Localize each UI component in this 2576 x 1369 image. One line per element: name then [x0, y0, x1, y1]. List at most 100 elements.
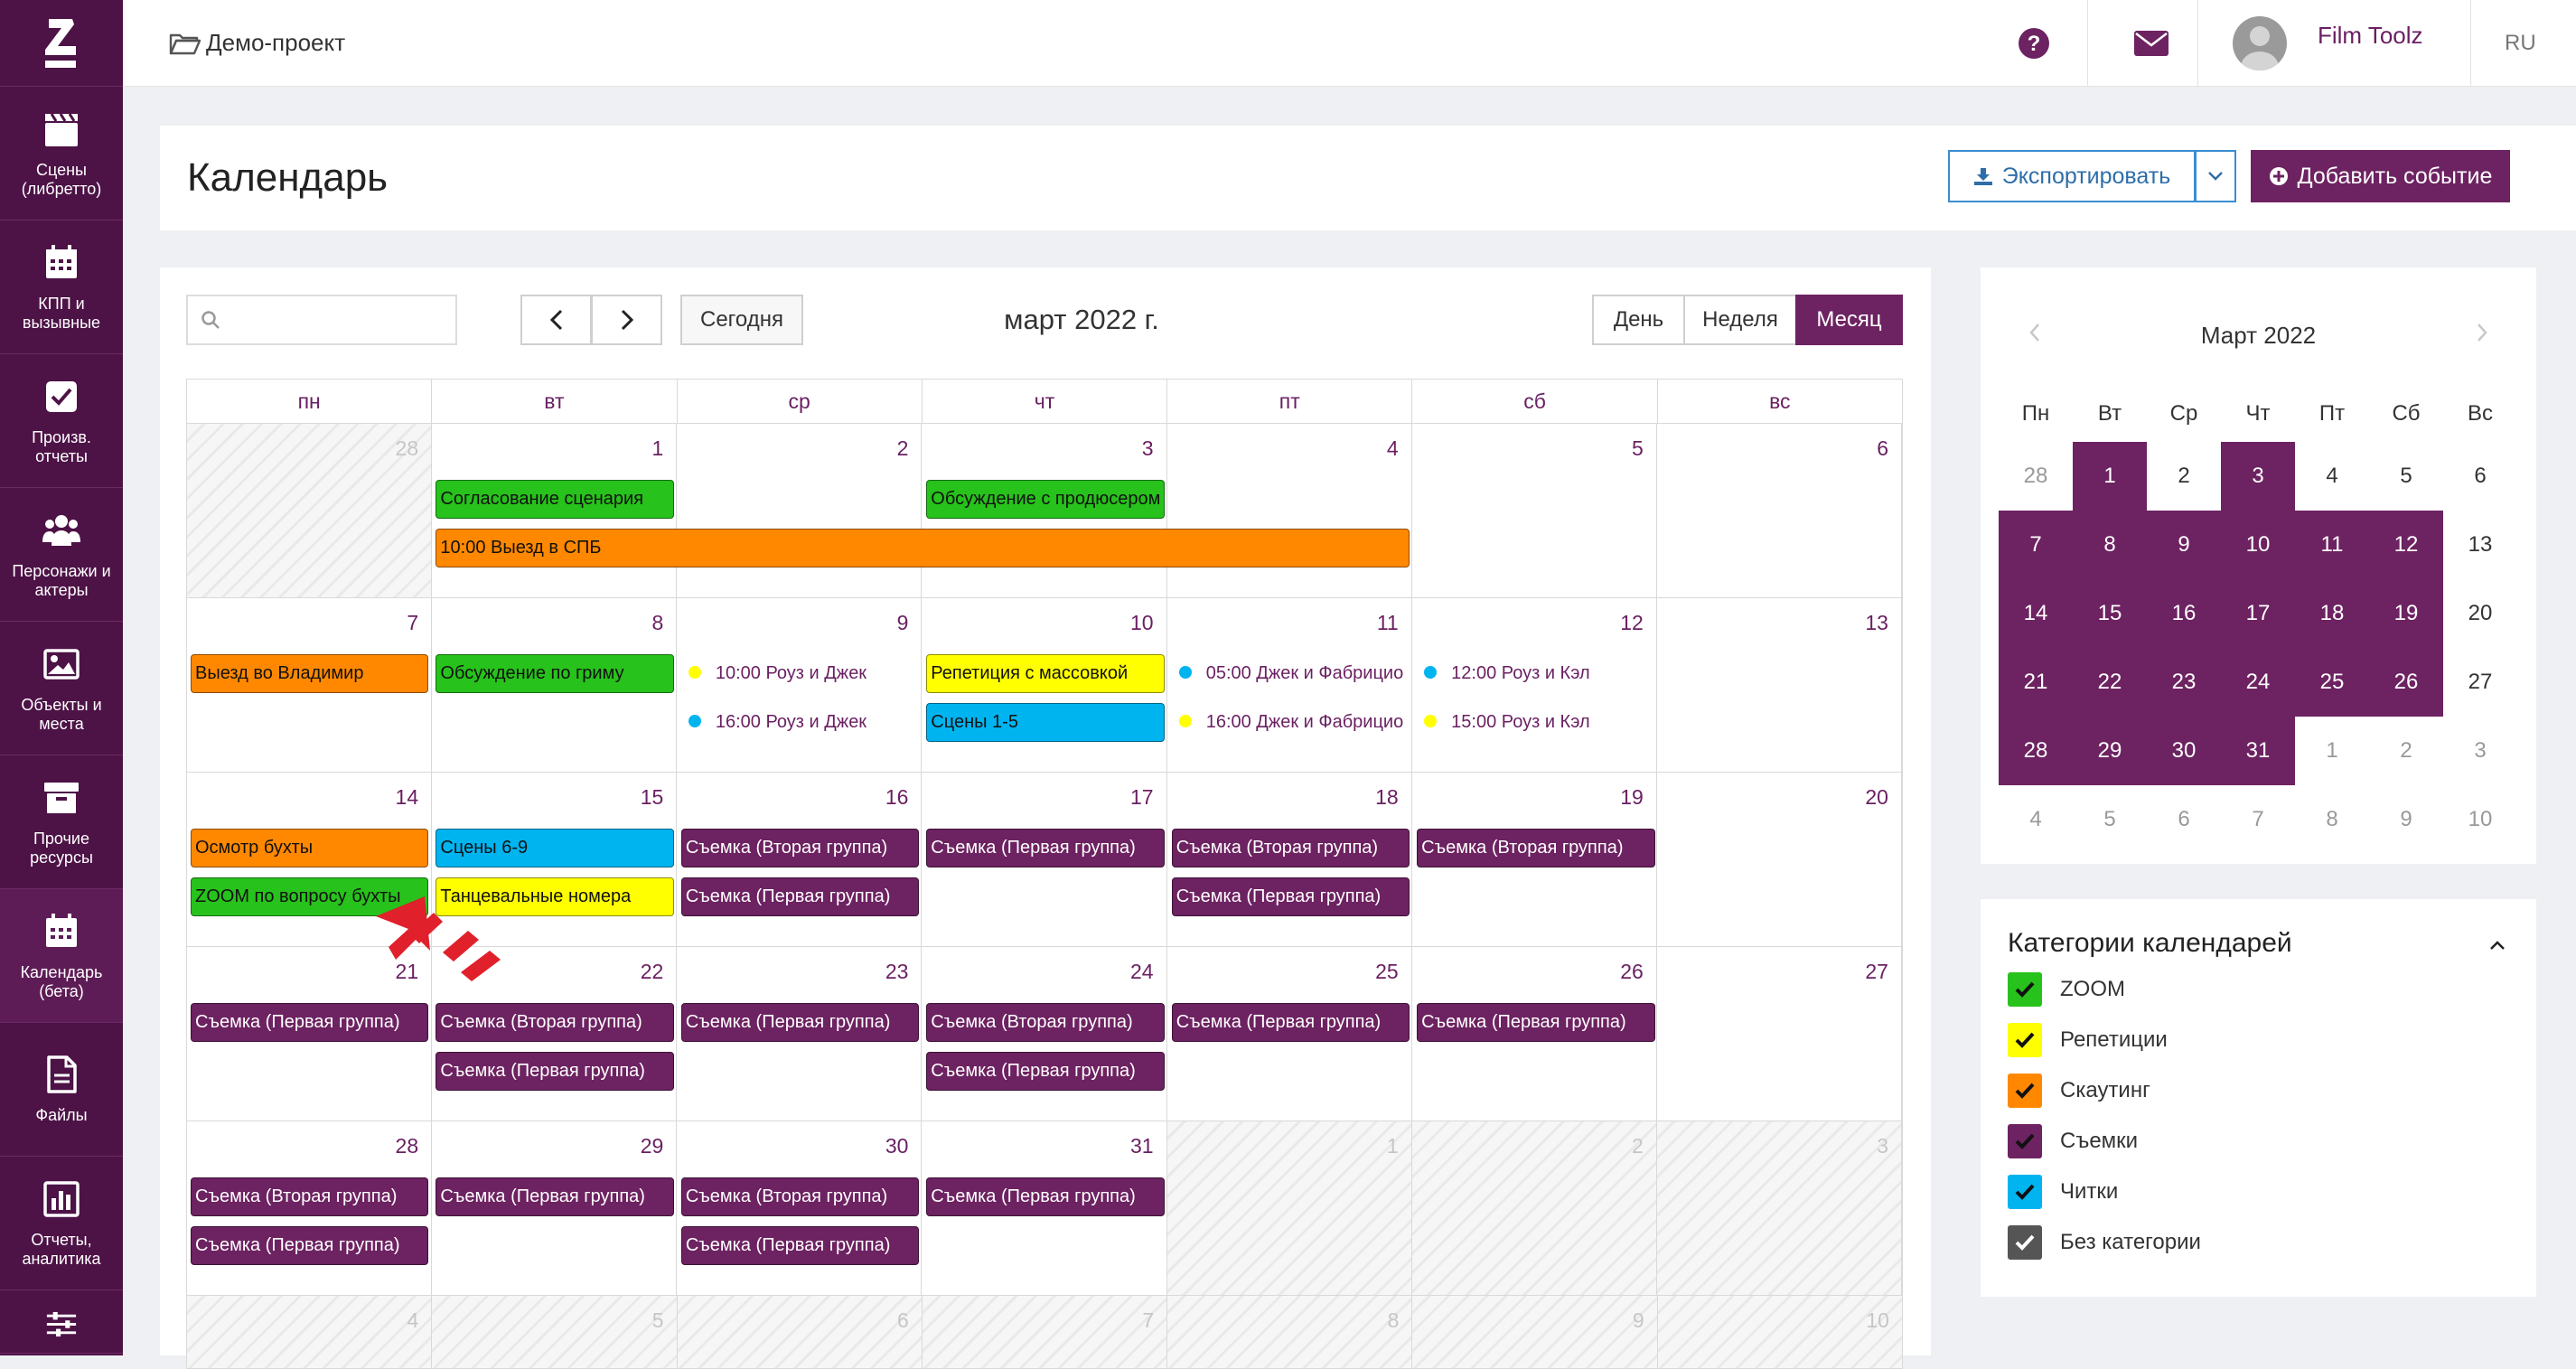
- calendar-event[interactable]: 10:00 Роуз и Джек: [688, 654, 919, 693]
- day-cell[interactable]: 4: [187, 1296, 433, 1368]
- sidebar-item-calendar[interactable]: Календарь (бета): [0, 889, 123, 1023]
- calendar-event[interactable]: 16:00 Роуз и Джек: [688, 703, 919, 742]
- day-number[interactable]: 1: [651, 436, 663, 461]
- calendar-event[interactable]: 10:00 Выезд в СПБ: [436, 529, 1410, 567]
- day-number[interactable]: 12: [1620, 611, 1644, 635]
- sidebar-item-archive[interactable]: Прочие ресурсы: [0, 755, 123, 889]
- search-input[interactable]: [229, 307, 450, 333]
- sidebar-item-checkbox[interactable]: Произв. отчеты: [0, 354, 123, 488]
- day-number[interactable]: 17: [1130, 785, 1154, 810]
- calendar-event[interactable]: Съемка (Первая группа): [680, 1226, 920, 1265]
- mini-day[interactable]: 1: [2073, 442, 2147, 511]
- calendar-event[interactable]: Съемка (Первая группа): [926, 1177, 1165, 1216]
- sidebar-item-sliders[interactable]: [0, 1290, 123, 1354]
- mini-day[interactable]: 30: [2147, 717, 2221, 785]
- calendar-event[interactable]: Обсуждение по гриму: [436, 654, 674, 693]
- day-number[interactable]: 24: [1130, 960, 1154, 984]
- calendar-event[interactable]: Съемка (Первая группа): [191, 1226, 429, 1265]
- day-number[interactable]: 4: [407, 1308, 418, 1333]
- day-number[interactable]: 4: [1387, 436, 1399, 461]
- calendar-event[interactable]: Съемка (Первая группа): [1171, 1003, 1410, 1042]
- mini-day[interactable]: 17: [2221, 579, 2295, 648]
- day-number[interactable]: 2: [1632, 1134, 1644, 1158]
- day-number[interactable]: 2: [897, 436, 909, 461]
- day-number[interactable]: 6: [897, 1308, 909, 1333]
- next-month-button[interactable]: [591, 295, 662, 345]
- day-cell[interactable]: 2: [677, 424, 923, 597]
- category-checkbox[interactable]: [2008, 1074, 2042, 1108]
- today-button[interactable]: Сегодня: [680, 295, 803, 345]
- view-week-button[interactable]: Неделя: [1683, 295, 1797, 345]
- calendar-event[interactable]: Съемка (Вторая группа): [680, 1177, 920, 1216]
- mini-day[interactable]: 6: [2443, 442, 2517, 511]
- calendar-event[interactable]: Съемка (Вторая группа): [1171, 829, 1410, 867]
- day-number[interactable]: 25: [1375, 960, 1399, 984]
- day-cell[interactable]: 7: [922, 1296, 1168, 1368]
- mini-day[interactable]: 22: [2073, 648, 2147, 717]
- project-link[interactable]: Демо-проект: [168, 0, 345, 86]
- prev-month-button[interactable]: [520, 295, 592, 345]
- day-cell[interactable]: 28: [187, 424, 433, 597]
- day-cell[interactable]: 1: [1166, 1121, 1412, 1295]
- mini-day[interactable]: 29: [2073, 717, 2147, 785]
- day-cell[interactable]: 6: [1657, 424, 1902, 597]
- mini-day[interactable]: 9: [2369, 785, 2443, 854]
- calendar-event[interactable]: Сцены 6-9: [436, 829, 674, 867]
- calendar-event[interactable]: Съемка (Первая группа): [1171, 877, 1410, 916]
- sidebar-item-calendar-grid[interactable]: КПП и вызывные: [0, 220, 123, 354]
- view-month-button[interactable]: Месяц: [1795, 295, 1903, 345]
- day-number[interactable]: 5: [1632, 436, 1644, 461]
- day-number[interactable]: 15: [641, 785, 664, 810]
- day-number[interactable]: 6: [1877, 436, 1888, 461]
- calendar-event[interactable]: Съемка (Первая группа): [436, 1177, 674, 1216]
- day-cell[interactable]: 13: [1657, 598, 1902, 772]
- calendar-event[interactable]: Съемка (Вторая группа): [1417, 829, 1655, 867]
- day-cell[interactable]: 8: [1167, 1296, 1413, 1368]
- mini-day[interactable]: 26: [2369, 648, 2443, 717]
- app-logo[interactable]: [0, 0, 123, 87]
- mini-day[interactable]: 4: [1999, 785, 2073, 854]
- day-number[interactable]: 3: [1142, 436, 1154, 461]
- calendar-event[interactable]: Съемка (Вторая группа): [680, 829, 920, 867]
- view-day-button[interactable]: День: [1592, 295, 1685, 345]
- day-number[interactable]: 28: [396, 436, 419, 461]
- day-cell[interactable]: 10: [1657, 1296, 1902, 1368]
- category-checkbox[interactable]: [2008, 1124, 2042, 1158]
- calendar-event[interactable]: Съемка (Вторая группа): [926, 1003, 1165, 1042]
- category-checkbox[interactable]: [2008, 1023, 2042, 1057]
- mini-day[interactable]: 28: [1999, 442, 2073, 511]
- mini-day[interactable]: 24: [2221, 648, 2295, 717]
- day-number[interactable]: 7: [407, 611, 418, 635]
- mini-day[interactable]: 5: [2369, 442, 2443, 511]
- calendar-event[interactable]: Съемка (Первая группа): [926, 1052, 1165, 1091]
- day-number[interactable]: 23: [885, 960, 909, 984]
- calendar-event[interactable]: Сцены 1-5: [926, 703, 1165, 742]
- mini-day[interactable]: 23: [2147, 648, 2221, 717]
- day-number[interactable]: 27: [1865, 960, 1888, 984]
- mini-day[interactable]: 12: [2369, 511, 2443, 579]
- mini-day[interactable]: 4: [2295, 442, 2369, 511]
- messages-button[interactable]: [2102, 0, 2201, 86]
- day-number[interactable]: 10: [1866, 1308, 1889, 1333]
- add-event-button[interactable]: Добавить событие: [2251, 150, 2510, 202]
- mini-day[interactable]: 10: [2443, 785, 2517, 854]
- mini-day[interactable]: 3: [2221, 442, 2295, 511]
- sidebar-item-clapperboard[interactable]: Сцены (либретто): [0, 87, 123, 220]
- day-number[interactable]: 30: [885, 1134, 909, 1158]
- export-button[interactable]: Экспортировать: [1948, 150, 2196, 202]
- day-number[interactable]: 26: [1620, 960, 1644, 984]
- mini-day[interactable]: 14: [1999, 579, 2073, 648]
- day-cell[interactable]: 27: [1657, 947, 1902, 1121]
- mini-day[interactable]: 2: [2369, 717, 2443, 785]
- category-item[interactable]: Съемки: [2008, 1123, 2138, 1159]
- sidebar-item-file[interactable]: Файлы: [0, 1023, 123, 1157]
- mini-day[interactable]: 7: [1999, 511, 2073, 579]
- day-number[interactable]: 28: [396, 1134, 419, 1158]
- calendar-event[interactable]: 05:00 Джек и Фабрицио: [1178, 654, 1410, 693]
- mini-day[interactable]: 9: [2147, 511, 2221, 579]
- day-number[interactable]: 19: [1620, 785, 1644, 810]
- chevron-up-icon[interactable]: [2484, 932, 2511, 959]
- day-cell[interactable]: 5: [432, 1296, 678, 1368]
- day-number[interactable]: 16: [885, 785, 909, 810]
- calendar-event[interactable]: Репетиция с массовкой: [926, 654, 1165, 693]
